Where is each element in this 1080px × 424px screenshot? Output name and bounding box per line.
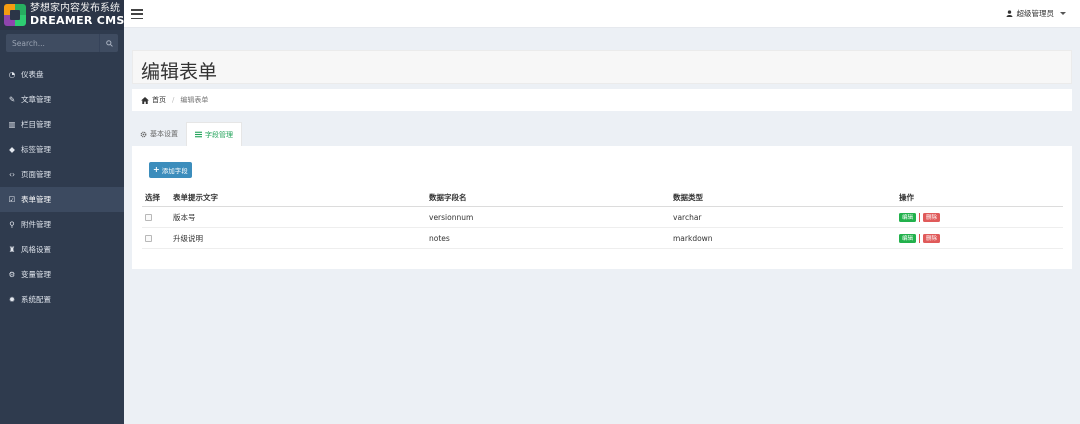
sidebar-item-system[interactable]: ✹ 系统配置 xyxy=(0,287,124,312)
chevron-down-icon xyxy=(1060,12,1066,15)
sidebar-item-variables[interactable]: ⚙ 变量管理 xyxy=(0,262,124,287)
column-header-type: 数据类型 xyxy=(673,192,703,202)
edit-button[interactable]: 编辑 xyxy=(899,233,917,243)
sidebar-item-forms[interactable]: ☑ 表单管理 xyxy=(0,187,124,212)
sidebar-item-tags[interactable]: ◆ 标签管理 xyxy=(0,137,124,162)
menu-toggle-icon[interactable] xyxy=(131,9,143,19)
breadcrumb-separator: / xyxy=(172,96,175,104)
gear-icon xyxy=(140,131,147,137)
checkbox-icon: ☑ xyxy=(8,194,16,204)
page-title: 编辑表单 xyxy=(141,61,218,83)
tab-label: 基本设置 xyxy=(150,130,178,138)
table-header-row: 选择 表单提示文字 数据字段名 数据类型 操作 xyxy=(142,188,1063,207)
logo-text: 梦想家内容发布系统 DREAMER CMS xyxy=(30,3,125,27)
breadcrumb: 首页 / 编辑表单 xyxy=(132,89,1072,111)
sidebar-item-pages[interactable]: ‹› 页面管理 xyxy=(0,162,124,187)
edit-icon: ✎ xyxy=(8,94,16,104)
tab-bar: 基本设置 字段管理 xyxy=(132,122,242,146)
sidebar-item-label: 文章管理 xyxy=(21,95,51,104)
columns-icon: ▥ xyxy=(8,119,16,129)
field-name-cell: versionnum xyxy=(429,212,474,222)
logo[interactable]: 梦想家内容发布系统 DREAMER CMS xyxy=(0,0,124,30)
dashboard-icon: ◔ xyxy=(8,69,16,79)
actions-cell: 编辑 删除 xyxy=(899,228,941,248)
column-header-select: 选择 xyxy=(145,192,160,202)
edit-button[interactable]: 编辑 xyxy=(899,212,917,222)
action-divider xyxy=(919,233,921,243)
field-table: 选择 表单提示文字 数据字段名 数据类型 操作 版本号 versionnum v… xyxy=(142,188,1063,249)
search-button[interactable] xyxy=(99,34,118,52)
logo-mark-icon xyxy=(4,4,26,26)
home-icon xyxy=(141,96,149,104)
plus-icon: + xyxy=(153,165,160,174)
row-select-cell xyxy=(145,207,152,227)
action-divider xyxy=(919,212,921,222)
delete-button[interactable]: 删除 xyxy=(923,233,941,243)
list-icon xyxy=(195,131,202,138)
sidebar-item-themes[interactable]: ♜ 风格设置 xyxy=(0,237,124,262)
row-checkbox[interactable] xyxy=(145,213,152,221)
table-row: 版本号 versionnum varchar 编辑 删除 xyxy=(142,207,1063,228)
logo-en-text: DREAMER CMS xyxy=(30,14,125,27)
sidebar: 梦想家内容发布系统 DREAMER CMS ◔ 仪表盘 ✎ 文章管理 ▥ 栏目管… xyxy=(0,0,124,424)
sidebar-item-label: 系统配置 xyxy=(21,295,51,304)
tab-field-management[interactable]: 字段管理 xyxy=(186,122,242,146)
theme-icon: ♜ xyxy=(8,244,16,254)
column-header-actions: 操作 xyxy=(899,192,914,202)
column-header-field: 数据字段名 xyxy=(429,192,467,202)
sidebar-item-articles[interactable]: ✎ 文章管理 xyxy=(0,87,124,112)
sidebar-item-label: 标签管理 xyxy=(21,145,51,154)
tab-basic-settings[interactable]: 基本设置 xyxy=(132,122,186,146)
actions-cell: 编辑 删除 xyxy=(899,207,941,227)
sidebar-item-dashboard[interactable]: ◔ 仪表盘 xyxy=(0,62,124,87)
breadcrumb-home-link[interactable]: 首页 xyxy=(152,95,166,105)
row-select-cell xyxy=(145,228,152,248)
page-header: 编辑表单 xyxy=(132,50,1072,84)
delete-button[interactable]: 删除 xyxy=(923,212,941,222)
search-input[interactable] xyxy=(6,34,99,52)
sidebar-item-label: 仪表盘 xyxy=(21,70,44,79)
tags-icon: ◆ xyxy=(9,144,15,154)
sidebar-item-label: 变量管理 xyxy=(21,270,51,279)
field-name-cell: notes xyxy=(429,233,450,243)
user-menu[interactable]: 超级管理员 xyxy=(1006,8,1066,19)
sidebar-item-label: 附件管理 xyxy=(21,220,51,229)
data-type-cell: varchar xyxy=(673,212,702,222)
user-icon xyxy=(1006,10,1012,17)
table-row: 升级说明 notes markdown 编辑 删除 xyxy=(142,228,1063,249)
add-field-label: 添加字段 xyxy=(161,167,188,175)
add-field-button[interactable]: + 添加字段 xyxy=(149,162,192,178)
search-icon xyxy=(105,39,113,47)
sidebar-search xyxy=(6,34,118,52)
sidebar-item-label: 栏目管理 xyxy=(21,120,51,129)
sidebar-item-categories[interactable]: ▥ 栏目管理 xyxy=(0,112,124,137)
sidebar-item-label: 表单管理 xyxy=(21,195,51,204)
code-icon: ‹› xyxy=(9,169,15,179)
gear-icon: ✹ xyxy=(8,294,16,304)
hint-cell: 版本号 xyxy=(173,212,196,222)
row-checkbox[interactable] xyxy=(145,234,152,242)
tab-label: 字段管理 xyxy=(205,130,233,139)
data-type-cell: markdown xyxy=(673,233,713,243)
field-panel: + 添加字段 选择 表单提示文字 数据字段名 数据类型 操作 版本号 versi… xyxy=(132,146,1072,269)
hint-cell: 升级说明 xyxy=(173,233,203,243)
user-name: 超级管理员 xyxy=(1016,9,1055,18)
paperclip-icon: ⚲ xyxy=(9,219,15,229)
sidebar-nav: ◔ 仪表盘 ✎ 文章管理 ▥ 栏目管理 ◆ 标签管理 ‹› 页面管理 ☑ 表单管… xyxy=(0,62,124,312)
top-bar: 超级管理员 xyxy=(124,0,1080,28)
sidebar-item-label: 风格设置 xyxy=(21,245,51,254)
sidebar-item-attachments[interactable]: ⚲ 附件管理 xyxy=(0,212,124,237)
sidebar-item-label: 页面管理 xyxy=(21,170,51,179)
breadcrumb-current: 编辑表单 xyxy=(180,96,209,104)
cogs-icon: ⚙ xyxy=(8,269,16,279)
column-header-hint: 表单提示文字 xyxy=(173,192,218,202)
